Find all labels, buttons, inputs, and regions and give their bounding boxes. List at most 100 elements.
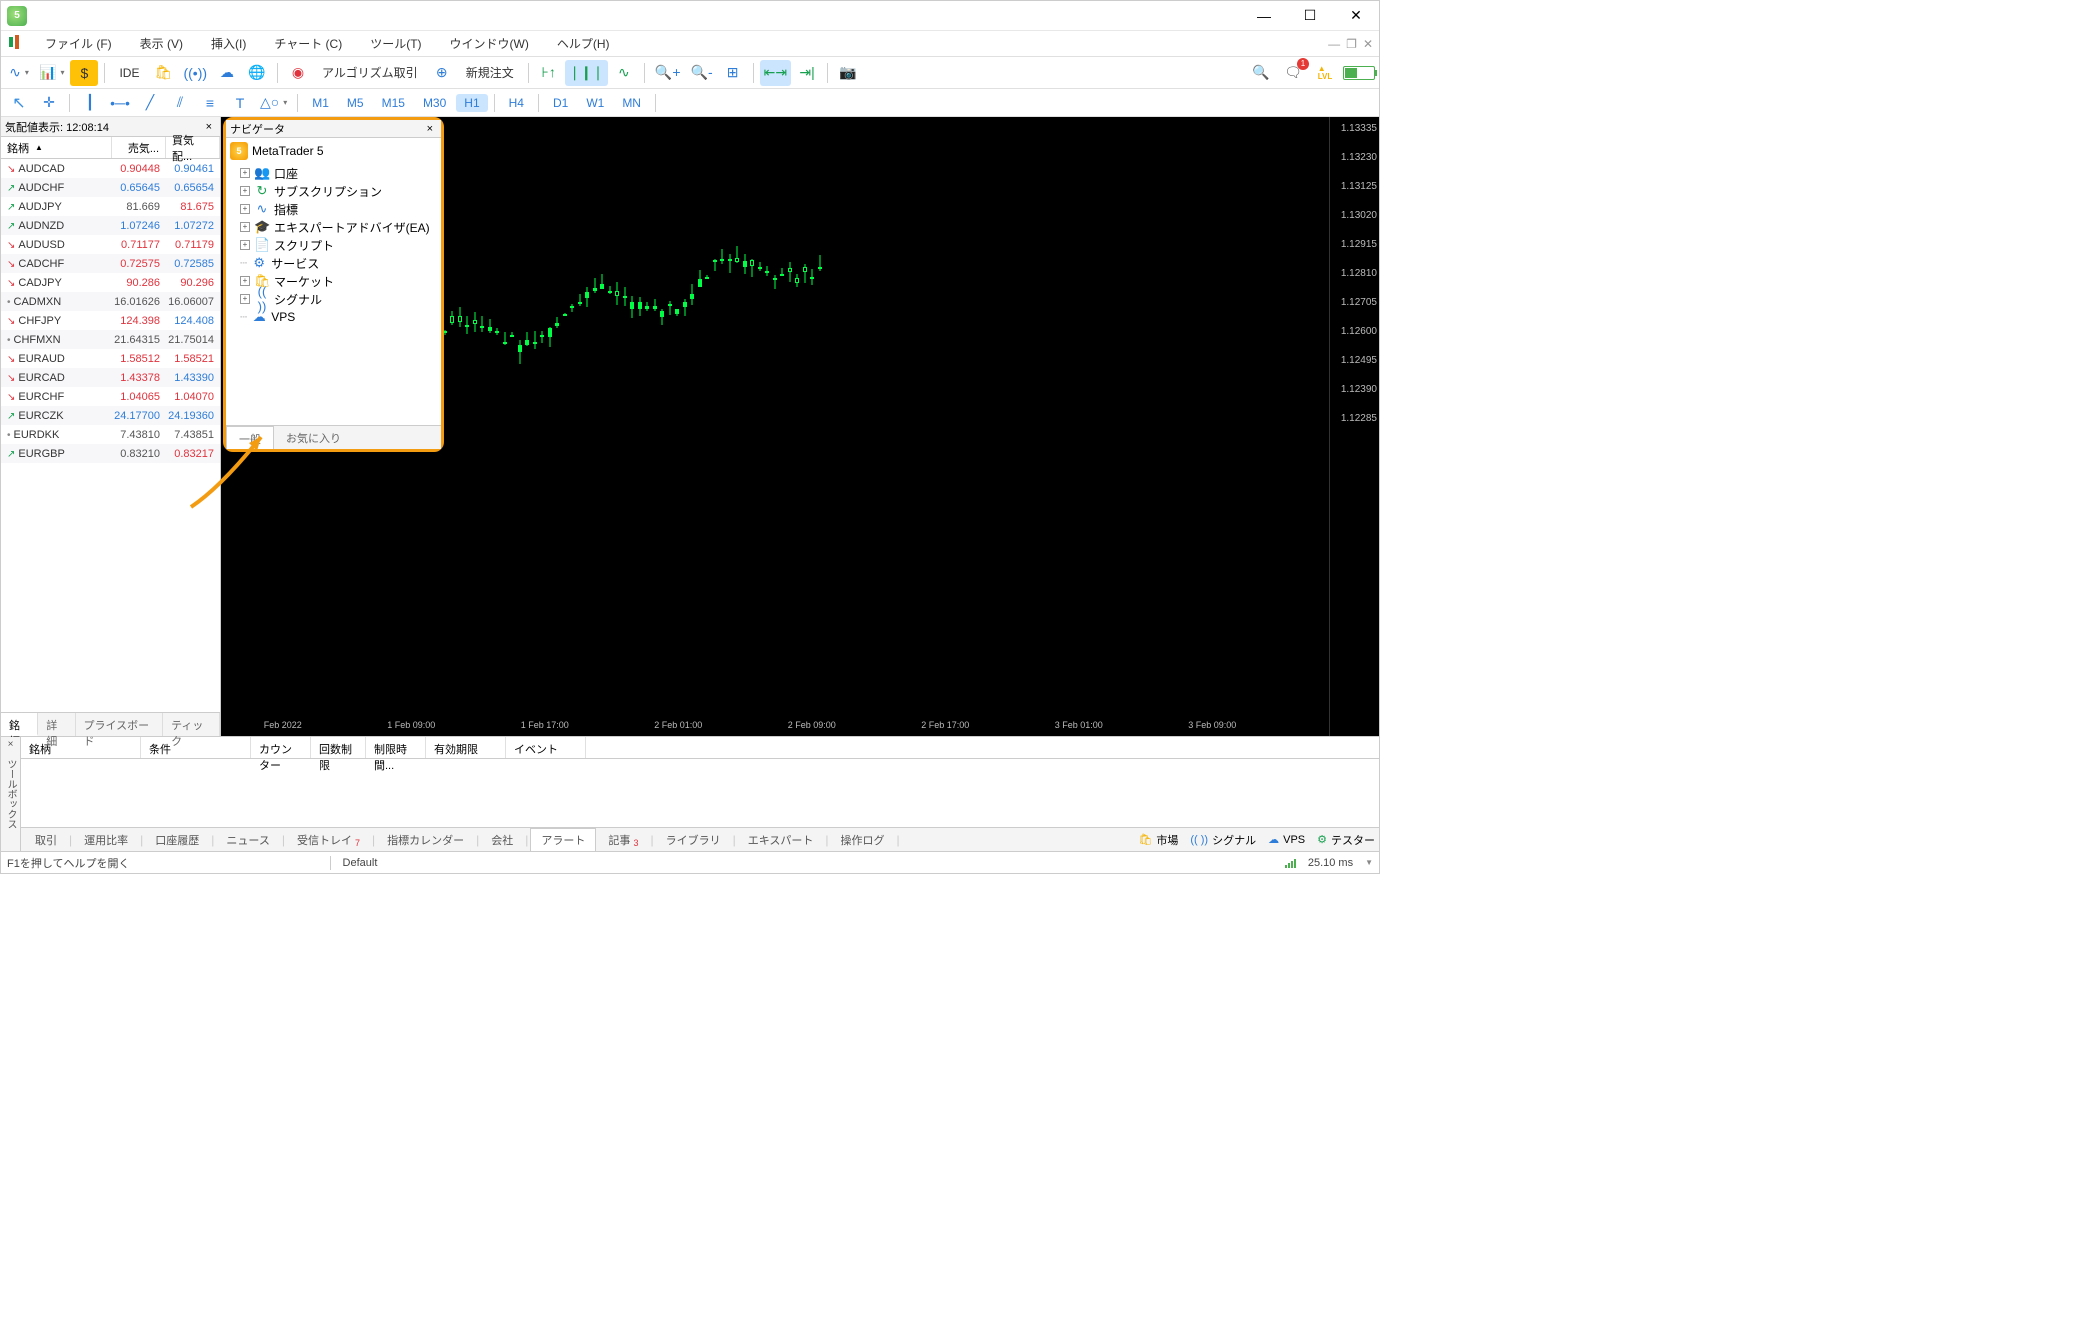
mw-tab-2[interactable]: プライスボード [76,713,164,736]
toolbox-right-item[interactable]: ⚙テスター [1317,832,1375,848]
toolbox-col[interactable]: 制限時間... [366,737,426,758]
timeframe-H4[interactable]: H4 [501,94,532,112]
market-row-EURCZK[interactable]: EURCZK24.1770024.19360 [1,406,220,425]
toolbox-tab[interactable]: 取引 [25,829,67,851]
menu-help[interactable]: ヘルプ(H) [543,31,624,57]
menu-window[interactable]: ウインドウ(W) [436,31,543,57]
fibo-button[interactable]: ≡ [196,90,224,116]
toolbox-side-label[interactable]: × ツールボックス [1,737,21,851]
toolbox-tab[interactable]: 運用比率 [74,829,138,851]
toolbox-col[interactable]: イベント [506,737,586,758]
toolbox-col[interactable]: カウンター [251,737,311,758]
menu-view[interactable]: 表示 (V) [126,31,197,57]
col-ask[interactable]: 買気配... [166,137,220,158]
mdi-close[interactable]: ✕ [1363,37,1373,51]
toolbox-col[interactable]: 回数制限 [311,737,366,758]
mdi-minimize[interactable]: — [1328,37,1340,51]
new-order-icon[interactable]: ⊕ [428,60,456,86]
nav-item[interactable]: ☁VPS [230,308,437,326]
market-row-CADCHF[interactable]: CADCHF0.725750.72585 [1,254,220,273]
maximize-button[interactable]: ☐ [1287,2,1333,30]
timeframe-M1[interactable]: M1 [304,94,337,112]
col-symbol[interactable]: 銘柄 ▲ [1,137,112,158]
toolbox-col[interactable]: 有効期限 [426,737,506,758]
hline-button[interactable]: •─• [106,90,134,116]
tree-root[interactable]: 5 MetaTrader 5 [230,142,437,160]
toolbox-tab[interactable]: ニュース [216,829,279,851]
toolbox-tab[interactable]: 会社 [481,829,523,851]
cursor-button[interactable]: ↖ [5,90,33,116]
market-row-AUDCHF[interactable]: AUDCHF0.656450.65654 [1,178,220,197]
profile-button[interactable]: 📊 [35,60,68,86]
toolbox-tab[interactable]: 指標カレンダー [377,829,474,851]
expand-icon[interactable]: + [240,168,250,178]
toolbox-right-item[interactable]: ☁VPS [1268,833,1305,846]
channel-button[interactable]: ⫽ [166,90,194,116]
cloud-icon[interactable]: ☁ [213,60,241,86]
toolbox-content[interactable] [21,759,1379,827]
timeframe-MN[interactable]: MN [614,94,649,112]
shapes-button[interactable]: △○ [256,90,291,116]
line-studies-button[interactable]: ∿ [5,60,33,86]
toolbox-tab[interactable]: ライブラリ [656,829,731,851]
nav-tab-0[interactable]: 一般 [226,426,274,449]
timeframe-M5[interactable]: M5 [339,94,372,112]
search-icon[interactable]: 🔍 [1247,60,1275,86]
zoom-out-button[interactable]: 🔍- [687,60,717,86]
market-row-AUDUSD[interactable]: AUDUSD0.711770.71179 [1,235,220,254]
toolbox-tab[interactable]: 受信トレイ 7 [287,829,370,851]
toolbox-tab[interactable]: エキスパート [738,829,824,851]
market-row-EURAUD[interactable]: EURAUD1.585121.58521 [1,349,220,368]
trendline-button[interactable]: ╱ [136,90,164,116]
nav-item[interactable]: +🎓エキスパートアドバイザ(EA) [230,218,437,236]
timeframe-H1[interactable]: H1 [456,94,487,112]
bar-chart-button[interactable]: ⊦↑ [535,60,563,86]
toolbox-col[interactable]: 銘柄 [21,737,141,758]
nav-item[interactable]: ⚙サービス [230,254,437,272]
market-row-CADMXN[interactable]: CADMXN16.0162616.06007 [1,292,220,311]
toolbox-tab[interactable]: 口座履歴 [145,829,209,851]
ide-button[interactable]: IDE [111,60,147,86]
navigator-close[interactable]: × [423,123,437,135]
vline-button[interactable]: ┃ [76,90,104,116]
timeframe-W1[interactable]: W1 [578,94,612,112]
market-row-EURGBP[interactable]: EURGBP0.832100.83217 [1,444,220,463]
market-row-AUDCAD[interactable]: AUDCAD0.904480.90461 [1,159,220,178]
navigator-tree[interactable]: 5 MetaTrader 5 +👥口座+↻サブスクリプション+∿指標+🎓エキスパ… [226,138,441,425]
market-row-CADJPY[interactable]: CADJPY90.28690.296 [1,273,220,292]
nav-item[interactable]: +👥口座 [230,164,437,182]
nav-item[interactable]: +(( ))シグナル [230,290,437,308]
minimize-button[interactable]: — [1241,2,1287,30]
toolbox-right-item[interactable]: 🛍市場 [1138,832,1178,848]
expand-icon[interactable]: + [240,294,250,304]
menu-file[interactable]: ファイル (F) [31,31,126,57]
market-row-CHFJPY[interactable]: CHFJPY124.398124.408 [1,311,220,330]
stop-icon[interactable]: ◉ [284,60,312,86]
crosshair-button[interactable]: ✛ [35,90,63,116]
nav-item[interactable]: +∿指標 [230,200,437,218]
market-watch-body[interactable]: AUDCAD0.904480.90461AUDCHF0.656450.65654… [1,159,220,712]
timeframe-M30[interactable]: M30 [415,94,454,112]
nav-tab-1[interactable]: お気に入り [274,426,353,449]
market-row-EURDKK[interactable]: EURDKK7.438107.43851 [1,425,220,444]
mw-tab-1[interactable]: 詳細 [38,713,75,736]
market-row-CHFMXN[interactable]: CHFMXN21.6431521.75014 [1,330,220,349]
toolbox-tab[interactable]: 記事 3 [598,829,648,851]
dollar-button[interactable]: $ [70,60,98,86]
signals-icon[interactable]: ((•)) [179,60,211,86]
timeframe-M15[interactable]: M15 [374,94,413,112]
status-profile[interactable]: Default [343,857,378,869]
market-row-AUDNZD[interactable]: AUDNZD1.072461.07272 [1,216,220,235]
menu-chart[interactable]: チャート (C) [260,31,356,57]
nav-item[interactable]: +📄スクリプト [230,236,437,254]
zoom-in-button[interactable]: 🔍+ [651,60,685,86]
status-dropdown[interactable]: ▼ [1365,858,1373,867]
line-chart-button[interactable]: ∿ [610,60,638,86]
toolbox-col[interactable]: 条件 [141,737,251,758]
market-row-AUDJPY[interactable]: AUDJPY81.66981.675 [1,197,220,216]
close-button[interactable]: ✕ [1333,2,1379,30]
globe-add-icon[interactable]: 🌐 [243,60,271,86]
mw-tab-3[interactable]: ティック [163,713,220,736]
timeframe-D1[interactable]: D1 [545,94,576,112]
market-row-EURCAD[interactable]: EURCAD1.433781.43390 [1,368,220,387]
